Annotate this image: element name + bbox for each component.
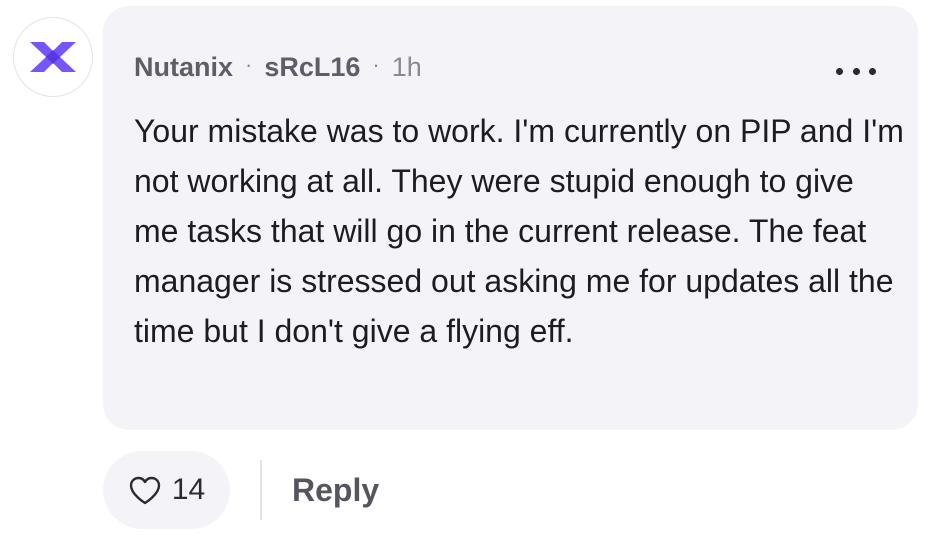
separator-dot: · xyxy=(245,51,253,77)
username[interactable]: sRcL16 xyxy=(264,52,360,83)
comment-text: Your mistake was to work. I'm currently … xyxy=(134,113,904,349)
timestamp: 1h xyxy=(391,52,422,82)
separator-dot: · xyxy=(372,51,380,77)
comment-meta: Nutanix · sRcL16 · 1h xyxy=(134,52,422,83)
action-divider xyxy=(260,460,262,520)
like-button[interactable]: 14 xyxy=(103,451,230,529)
reply-button[interactable]: Reply xyxy=(292,472,379,509)
company-name[interactable]: Nutanix xyxy=(134,52,233,83)
more-options-icon[interactable] xyxy=(836,61,876,81)
company-avatar[interactable] xyxy=(13,17,93,97)
comment-actions: 14 Reply xyxy=(103,451,379,529)
comment-bubble: Nutanix · sRcL16 · 1h Your mistake was t… xyxy=(103,6,918,430)
nutanix-logo-icon xyxy=(30,42,76,72)
comment-container: Nutanix · sRcL16 · 1h Your mistake was t… xyxy=(0,0,947,556)
like-count: 14 xyxy=(171,473,206,506)
heart-outline-icon xyxy=(129,476,161,505)
